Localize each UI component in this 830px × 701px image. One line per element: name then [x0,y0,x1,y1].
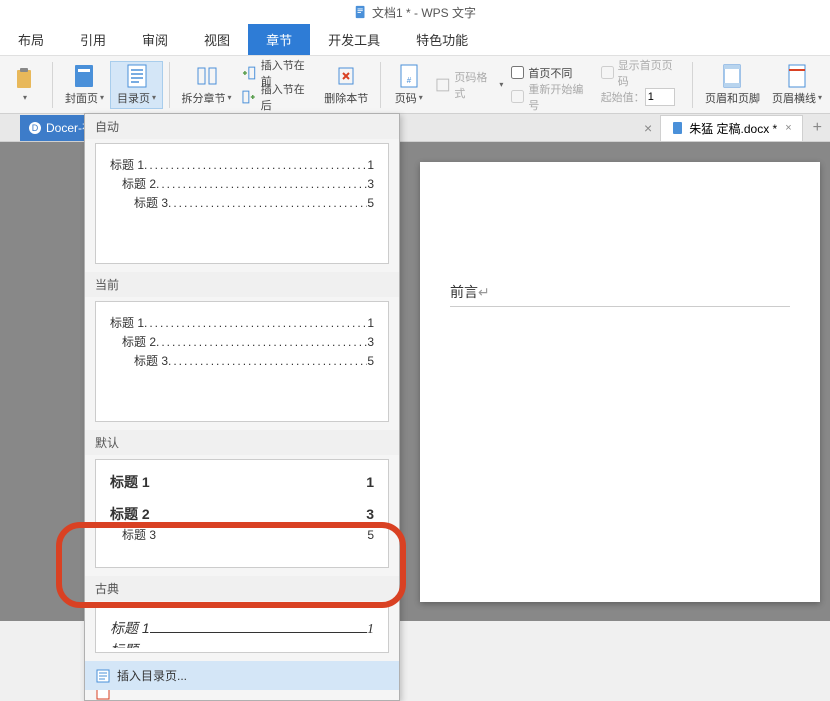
paste-button[interactable]: ▾ [2,65,46,104]
header-footer-button[interactable]: 页眉和页脚 [699,62,766,108]
add-tab-button[interactable]: + [805,119,830,137]
restart-numbering-input [511,90,524,103]
tab-close-icon[interactable]: × [644,120,652,136]
toc-preview-default[interactable]: 标题 11 标题 23 标题 35 [95,459,389,568]
page-number-button[interactable]: # 页码▾ [387,62,431,108]
insert-section-after-button[interactable]: 插入节在后 [241,86,315,108]
menu-section[interactable]: 章节 [248,24,310,55]
docer-icon: D [28,121,42,135]
document-icon [354,5,368,19]
insert-toc-icon [95,668,111,684]
restart-numbering-checkbox: 重新开始编号 [511,86,592,108]
delete-section-icon [334,64,358,88]
chevron-down-icon: ▾ [228,93,232,102]
document-page[interactable]: 前言↵ [420,162,820,602]
header-footer-icon [720,64,744,88]
insert-after-icon [241,89,257,105]
page-number-icon: # [397,64,421,88]
menu-bar: 布局 引用 审阅 视图 章节 开发工具 特色功能 [0,24,830,56]
chevron-down-icon: ▾ [23,93,27,102]
delete-section-button[interactable]: 删除本节 [319,62,374,108]
split-section-button[interactable]: 拆分章节▾ [176,62,237,108]
page-format-button: 页码格式▾ [435,74,504,96]
start-value-input[interactable] [645,88,675,106]
window-title: 文档1 * - WPS 文字 [372,4,476,21]
menu-layout[interactable]: 布局 [0,24,62,55]
cover-page-button[interactable]: 封面页▾ [59,62,110,108]
start-value-row: 起始值： [601,86,682,108]
toc-section-classic: 古典 [85,576,399,601]
page-format-icon [435,77,451,93]
chevron-down-icon: ▾ [152,93,156,102]
toc-preview-classic[interactable]: 标题 11 标题 [95,605,389,653]
chevron-down-icon: ▾ [818,93,822,102]
close-icon[interactable]: × [785,122,791,134]
different-first-input[interactable] [511,66,524,79]
title-bar: 文档1 * - WPS 文字 [0,0,830,24]
menu-reference[interactable]: 引用 [62,24,124,55]
menu-review[interactable]: 审阅 [124,24,186,55]
menu-special[interactable]: 特色功能 [398,24,486,55]
cover-page-icon [72,64,96,88]
more-icon [95,690,111,700]
insert-toc-action[interactable]: 插入目录页... [85,661,399,690]
chevron-down-icon: ▾ [100,93,104,102]
toc-preview-current[interactable]: 标题 11 标题 23 标题 35 [95,301,389,422]
insert-before-icon [241,65,257,81]
document-icon [671,121,685,135]
toc-dropdown-panel: 自动 标题 11 标题 23 标题 35 当前 标题 11 标题 23 标题 3… [84,113,400,701]
toc-section-current: 当前 [85,272,399,297]
toc-page-button[interactable]: 目录页▾ [110,61,163,109]
show-first-page-number-checkbox: 显示首页页码 [601,62,682,84]
toc-page-icon [125,64,149,88]
header-line-button[interactable]: 页眉横线▾ [766,62,828,108]
svg-text:D: D [32,123,39,133]
show-first-page-number-input [601,66,614,79]
svg-text:#: # [407,76,412,85]
ribbon: ▾ 封面页▾ 目录页▾ 拆分章节▾ 插入节在前 插入节在后 [0,56,830,114]
split-section-icon [195,64,219,88]
toc-section-default: 默认 [85,430,399,455]
menu-view[interactable]: 视图 [186,24,248,55]
toc-section-auto: 自动 [85,114,399,139]
more-toc-action[interactable] [85,690,399,700]
header-line-icon [785,64,809,88]
toc-preview-auto[interactable]: 标题 11 标题 23 标题 35 [95,143,389,264]
document-tab[interactable]: 朱猛 定稿.docx * × [660,115,802,141]
chevron-down-icon: ▾ [419,93,423,102]
page-heading[interactable]: 前言↵ [450,282,790,307]
paste-icon [12,67,36,91]
menu-devtools[interactable]: 开发工具 [310,24,398,55]
